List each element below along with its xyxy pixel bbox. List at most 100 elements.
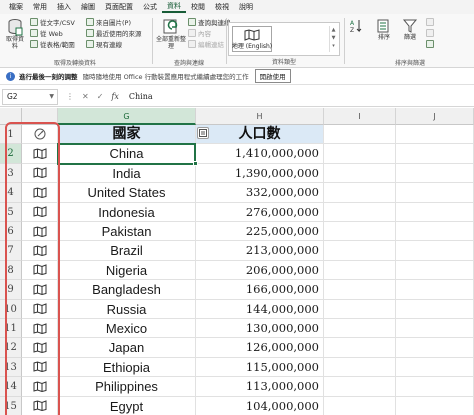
population-cell[interactable]: 213,000,000 <box>196 241 324 261</box>
grid-cell[interactable] <box>396 202 474 222</box>
menu-tab[interactable]: 檔案 <box>4 2 28 12</box>
population-cell[interactable]: 115,000,000 <box>196 357 324 378</box>
grid-cell[interactable] <box>396 319 474 339</box>
from-text-csv-button[interactable]: 從文字/CSV <box>30 17 75 27</box>
menu-tab[interactable]: 公式 <box>138 2 162 12</box>
row-header[interactable]: 9 <box>0 280 22 300</box>
advanced-filter-button[interactable] <box>426 39 436 49</box>
data-type-card-cell[interactable] <box>22 144 58 164</box>
grid-cell[interactable] <box>324 377 396 397</box>
row-header[interactable]: 14 <box>0 377 22 397</box>
menu-tab[interactable]: 插入 <box>52 2 76 12</box>
grid-cell[interactable] <box>324 357 396 378</box>
country-cell[interactable]: India <box>58 163 196 184</box>
grid-cell[interactable] <box>396 163 474 184</box>
country-cell[interactable]: United States <box>58 183 196 203</box>
data-type-card-cell[interactable] <box>22 163 58 184</box>
data-type-card-cell[interactable] <box>22 241 58 261</box>
grid-cell[interactable] <box>396 299 474 319</box>
menu-tab[interactable]: 頁面配置 <box>100 2 138 12</box>
column-header-g[interactable]: G <box>58 108 196 125</box>
from-picture-button[interactable]: 來自圖片(P) <box>86 17 131 27</box>
spreadsheet-grid[interactable]: G H I J 1 國家 人口數 2 China 1,410,000,000 3 India 1… <box>0 108 474 415</box>
population-header-cell[interactable]: 人口數 <box>196 125 324 145</box>
row-header[interactable]: 15 <box>0 396 22 415</box>
grid-cell[interactable] <box>324 125 396 145</box>
country-cell[interactable]: Pakistan <box>58 222 196 242</box>
gallery-scroll[interactable]: ▲ ▼ ▾ <box>329 26 337 52</box>
grid-cell[interactable] <box>396 260 474 281</box>
grid-cell[interactable] <box>396 357 474 378</box>
name-box[interactable]: G2 ▼ <box>2 88 58 105</box>
data-type-card-cell[interactable] <box>22 202 58 222</box>
grid-cell[interactable] <box>396 222 474 242</box>
column-header-i[interactable]: I <box>324 108 396 125</box>
grid-cell[interactable] <box>324 222 396 242</box>
country-cell[interactable]: China <box>58 144 196 164</box>
population-cell[interactable]: 1,390,000,000 <box>196 163 324 184</box>
grid-cell[interactable] <box>324 183 396 203</box>
row-header[interactable]: 1 <box>0 125 22 145</box>
cancel-icon[interactable]: ✕ <box>82 92 89 101</box>
row-header[interactable]: 11 <box>0 319 22 339</box>
country-cell[interactable]: Indonesia <box>58 202 196 222</box>
population-cell[interactable]: 276,000,000 <box>196 202 324 222</box>
recent-sources-button[interactable]: 最近使用的來源 <box>86 28 142 38</box>
row-header[interactable]: 7 <box>0 241 22 261</box>
row-header[interactable]: 2 <box>0 144 22 164</box>
grid-cell[interactable] <box>396 338 474 358</box>
population-cell[interactable]: 1,410,000,000 <box>196 144 324 164</box>
country-cell[interactable]: Brazil <box>58 241 196 261</box>
country-cell[interactable]: Egypt <box>58 396 196 415</box>
column-header-h[interactable]: H <box>196 108 324 125</box>
grid-cell[interactable] <box>324 202 396 222</box>
properties-button[interactable]: 內容 <box>188 28 211 38</box>
column-header-j[interactable]: J <box>396 108 474 125</box>
population-cell[interactable]: 144,000,000 <box>196 299 324 319</box>
formula-input[interactable]: China <box>129 92 153 101</box>
menu-tab[interactable]: 檢視 <box>210 2 234 12</box>
grid-cell[interactable] <box>324 280 396 300</box>
row-header[interactable]: 13 <box>0 357 22 378</box>
data-type-card-cell[interactable] <box>22 280 58 300</box>
more-options-icon[interactable]: ⋮ <box>66 92 74 101</box>
reapply-filter-button[interactable] <box>426 28 436 38</box>
grid-cell[interactable] <box>396 377 474 397</box>
grid-cell[interactable] <box>396 241 474 261</box>
grid-cell[interactable] <box>396 144 474 164</box>
country-cell[interactable]: Russia <box>58 299 196 319</box>
data-type-card-cell[interactable] <box>22 357 58 378</box>
data-type-card-cell[interactable] <box>22 222 58 242</box>
existing-connections-button[interactable]: 現有連線 <box>86 39 122 49</box>
country-cell[interactable]: Ethiopia <box>58 357 196 378</box>
row-header[interactable]: 12 <box>0 338 22 358</box>
data-type-card-cell[interactable] <box>22 396 58 415</box>
menu-tab[interactable]: 繪圖 <box>76 2 100 12</box>
open-mobile-button[interactable]: 開啟使用 <box>254 69 291 83</box>
row-header[interactable]: 10 <box>0 299 22 319</box>
confirm-icon[interactable]: ✓ <box>97 92 104 101</box>
insert-data-button[interactable] <box>197 127 209 139</box>
filter-button[interactable]: 篩選 <box>400 18 420 41</box>
population-cell[interactable]: 113,000,000 <box>196 377 324 397</box>
population-cell[interactable]: 104,000,000 <box>196 396 324 415</box>
population-cell[interactable]: 206,000,000 <box>196 260 324 281</box>
row-header[interactable]: 3 <box>0 163 22 184</box>
grid-cell[interactable] <box>324 396 396 415</box>
get-data-button[interactable]: 取得資料 <box>4 18 26 50</box>
population-cell[interactable]: 166,000,000 <box>196 280 324 300</box>
sort-az-button[interactable]: AZ <box>348 18 364 34</box>
country-cell[interactable]: Nigeria <box>58 260 196 281</box>
grid-cell[interactable] <box>324 299 396 319</box>
data-type-card-cell[interactable] <box>22 299 58 319</box>
menu-tab[interactable]: 校閱 <box>186 2 210 12</box>
from-table-range-button[interactable]: 從表格/範圍 <box>30 39 75 49</box>
menu-tab[interactable]: 說明 <box>234 2 258 12</box>
data-type-card-cell[interactable] <box>22 338 58 358</box>
edit-links-button[interactable]: 編輯連結 <box>188 39 224 49</box>
grid-cell[interactable] <box>396 396 474 415</box>
country-cell[interactable]: Bangladesh <box>58 280 196 300</box>
data-type-card-cell[interactable] <box>22 183 58 203</box>
data-type-card-cell[interactable] <box>22 319 58 339</box>
from-web-button[interactable]: 從 Web <box>30 28 63 38</box>
